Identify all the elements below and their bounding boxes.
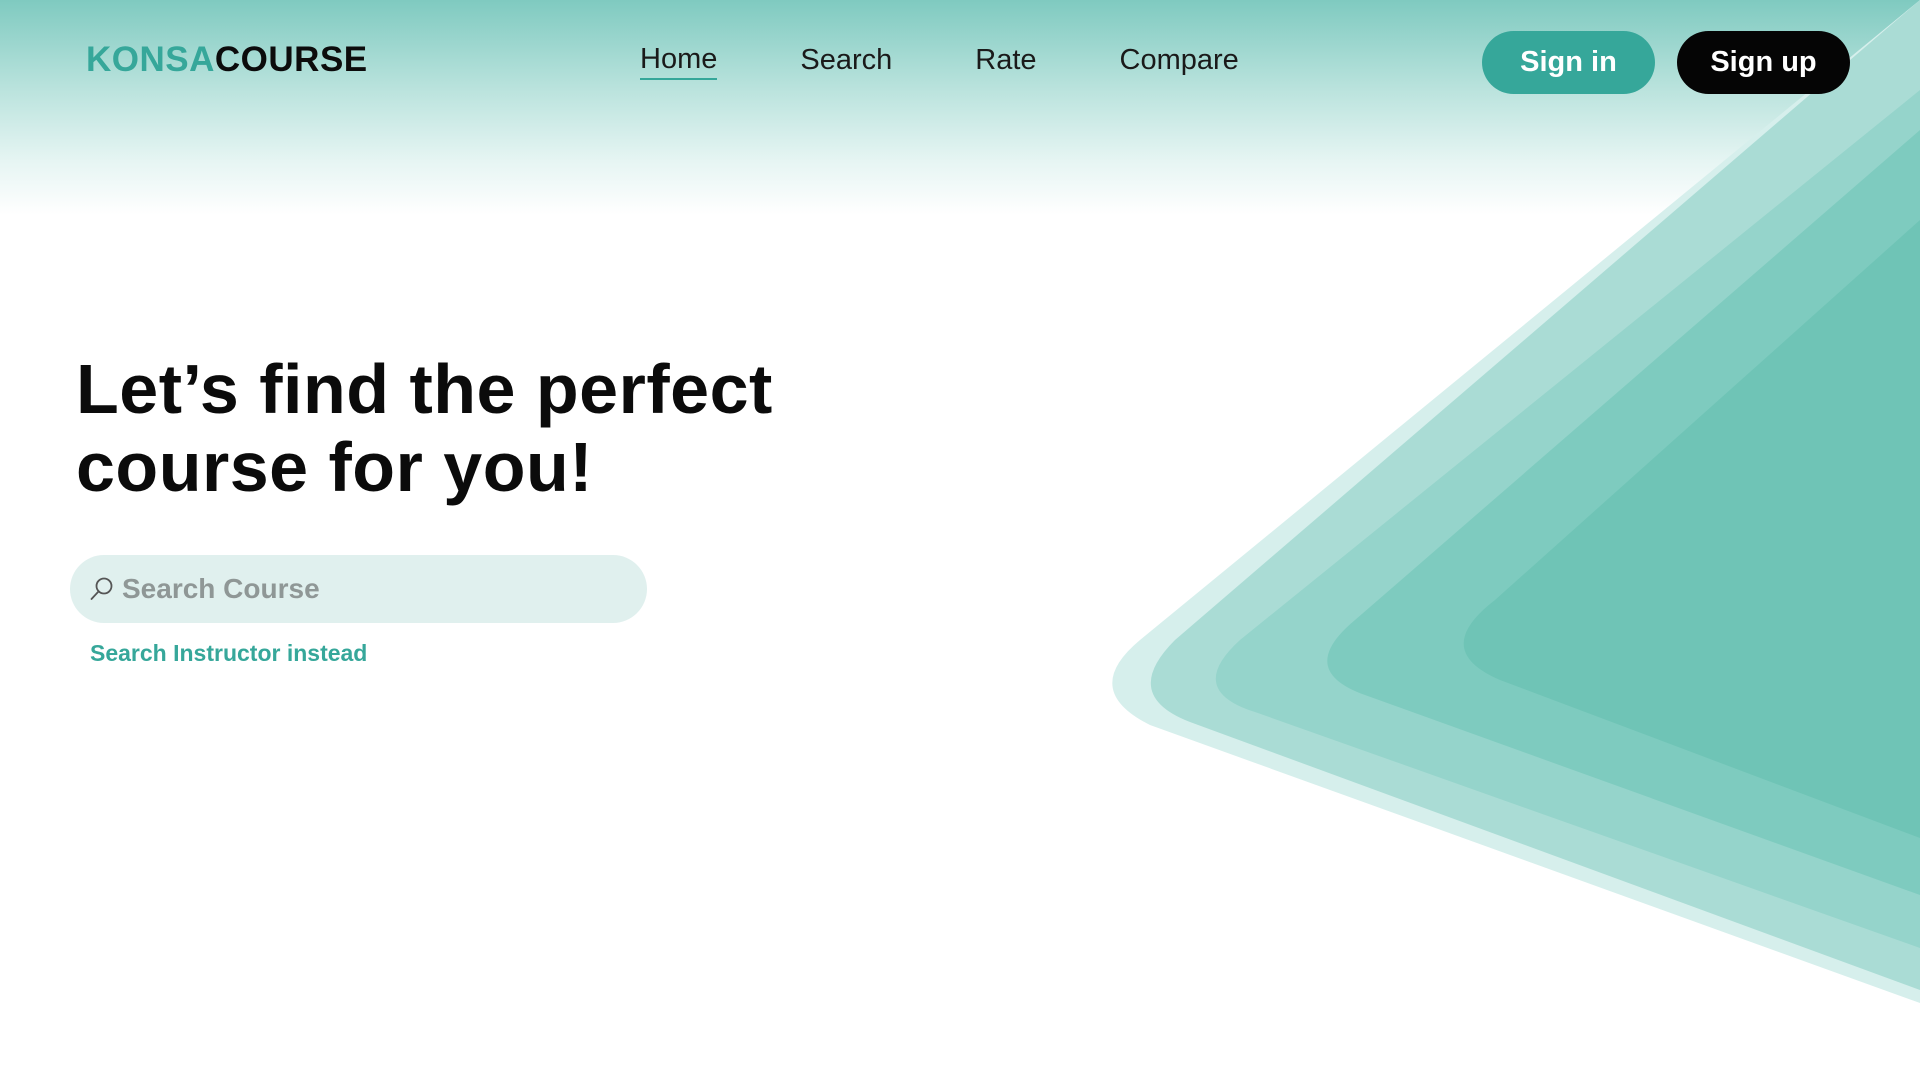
hero-title: Let’s find the perfect course for you! (76, 350, 773, 506)
hero-section: Let’s find the perfect course for you! S… (0, 0, 900, 1080)
sign-up-button[interactable]: Sign up (1677, 31, 1850, 94)
decor-layer-3 (1215, 90, 1920, 948)
course-search-box[interactable] (70, 555, 647, 623)
search-instructor-link[interactable]: Search Instructor instead (90, 640, 367, 667)
sign-in-button[interactable]: Sign in (1482, 31, 1655, 94)
hero-title-line1: Let’s find the perfect (76, 350, 773, 428)
hero-title-line2: course for you! (76, 428, 594, 506)
nav-rate[interactable]: Rate (975, 40, 1036, 80)
decor-layer-5 (1463, 220, 1920, 838)
decor-layer-4 (1327, 130, 1920, 895)
search-icon (88, 575, 116, 603)
search-course-input[interactable] (122, 573, 622, 605)
nav-compare[interactable]: Compare (1120, 40, 1239, 80)
